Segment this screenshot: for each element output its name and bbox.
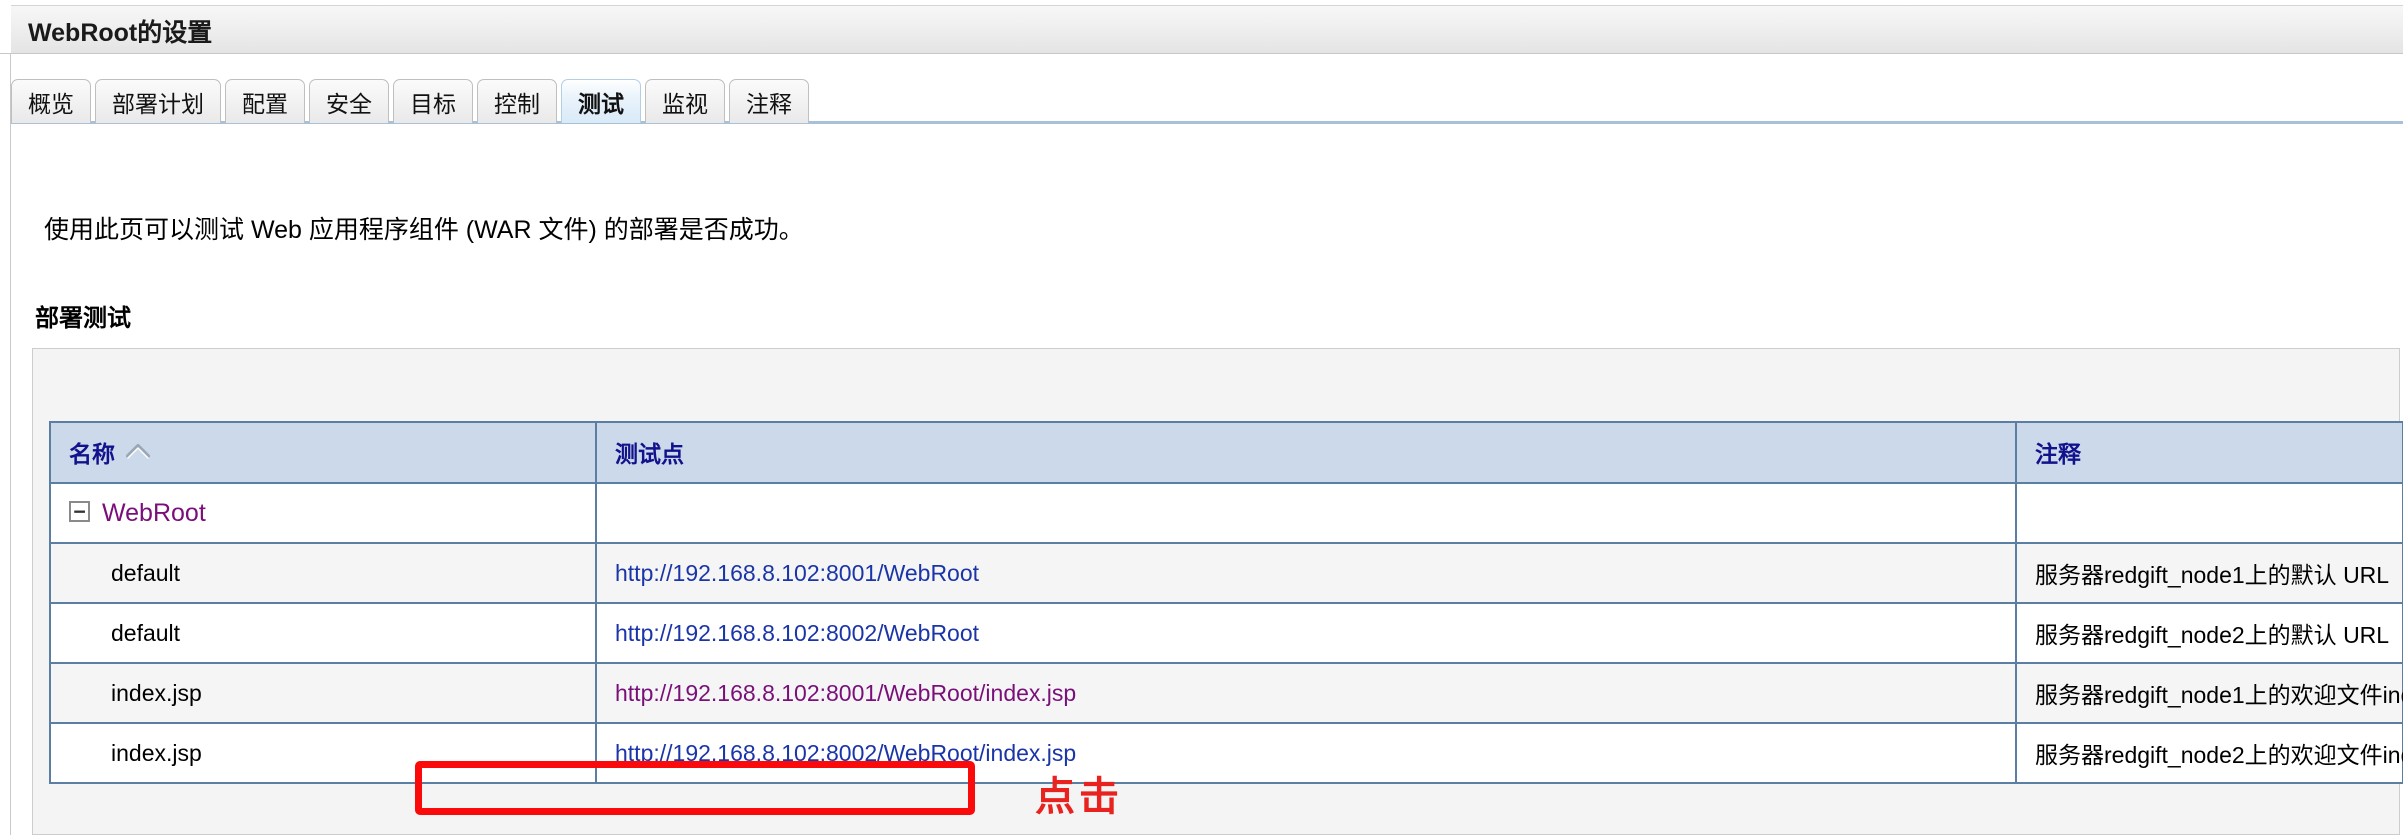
sort-ascending-icon[interactable]	[125, 442, 151, 460]
cell-name: index.jsp	[51, 723, 597, 784]
settings-page: WebRoot的设置 概览 部署计划 配置 安全 目标 控制 测试 监视 注释 使用此页可以测试…	[0, 0, 2403, 835]
title-bar: WebRoot的设置	[0, 0, 2403, 54]
column-header-note[interactable]: 注释	[2016, 423, 2403, 484]
deployment-test-table: 名称 测试点 注释 − WebRoot default http://192.168.…	[51, 423, 2403, 784]
column-header-testpoint-label: 测试点	[615, 441, 684, 467]
cell-name: index.jsp	[51, 663, 597, 724]
tab-1[interactable]: 概览	[11, 79, 91, 123]
cell-name-label: index.jsp	[111, 739, 202, 766]
tab-label: 监视	[662, 90, 708, 117]
cell-testpoint: http://192.168.8.102:8002/WebRoot	[596, 603, 2017, 664]
column-header-note-label: 注释	[2035, 441, 2081, 467]
tab-7[interactable]: 测试	[561, 79, 641, 123]
cell-name-label: default	[111, 619, 181, 646]
table-row: index.jsp http://192.168.8.102:8002/WebRo…	[51, 723, 2403, 784]
table-row-tree-node: − WebRoot	[51, 483, 2403, 544]
page-title: WebRoot的设置	[28, 19, 213, 47]
testpoint-link[interactable]: http://192.168.8.102:8002/WebRoot/index.…	[615, 740, 1076, 766]
tree-collapse-icon[interactable]: −	[69, 500, 90, 522]
cell-note: 服务器redgift_node1上的欢迎文件index.jsp	[2016, 663, 2403, 724]
tab-label: 测试	[578, 90, 624, 117]
tab-label: 安全	[326, 90, 372, 117]
tab-label: 注释	[746, 90, 792, 117]
title-bar-gradient: WebRoot的设置	[11, 5, 2403, 53]
column-header-name[interactable]: 名称	[51, 423, 597, 484]
tab-label: 控制	[494, 90, 540, 117]
tab-label: 目标	[410, 90, 456, 117]
tab-6[interactable]: 控制	[477, 79, 557, 123]
annotation-click-label: 点击	[1035, 775, 1123, 819]
cell-testpoint: http://192.168.8.102:8001/WebRoot	[596, 543, 2017, 604]
tab-4[interactable]: 安全	[309, 79, 389, 123]
tree-node-label[interactable]: WebRoot	[102, 499, 206, 527]
page-left-rail	[10, 0, 11, 835]
tab-2[interactable]: 部署计划	[95, 79, 221, 123]
cell-note: 服务器redgift_node2上的默认 URL	[2016, 603, 2403, 664]
table-row: default http://192.168.8.102:8002/WebRoot…	[51, 603, 2403, 664]
tree-node-testpoint-cell	[596, 483, 2017, 544]
deployment-test-table-wrapper: 名称 测试点 注释 − WebRoot default http://192.168.…	[49, 421, 2403, 784]
column-header-name-label: 名称	[69, 441, 115, 467]
cell-name: default	[51, 603, 597, 664]
section-heading: 部署测试	[35, 305, 131, 332]
tab-strip: 概览 部署计划 配置 安全 目标 控制 测试 监视 注释	[11, 70, 813, 123]
intro-text: 使用此页可以测试 Web 应用程序组件 (WAR 文件) 的部署是否成功。	[44, 216, 804, 244]
tab-5[interactable]: 目标	[393, 79, 473, 123]
tab-label: 配置	[242, 90, 288, 117]
cell-testpoint: http://192.168.8.102:8001/WebRoot/index.…	[596, 663, 2017, 724]
testpoint-link[interactable]: http://192.168.8.102:8001/WebRoot/index.…	[615, 680, 1076, 706]
testpoint-link[interactable]: http://192.168.8.102:8001/WebRoot	[615, 560, 979, 586]
tab-8[interactable]: 监视	[645, 79, 725, 123]
cell-name: default	[51, 543, 597, 604]
tab-label: 部署计划	[112, 90, 204, 117]
table-row: default http://192.168.8.102:8001/WebRoot…	[51, 543, 2403, 604]
cell-note: 服务器redgift_node1上的默认 URL	[2016, 543, 2403, 604]
tab-label: 概览	[28, 90, 74, 117]
tree-node-note-cell	[2016, 483, 2403, 544]
testpoint-link[interactable]: http://192.168.8.102:8002/WebRoot	[615, 620, 979, 646]
cell-testpoint: http://192.168.8.102:8002/WebRoot/index.…	[596, 723, 2017, 784]
column-header-testpoint[interactable]: 测试点	[596, 423, 2017, 484]
cell-name-label: default	[111, 559, 181, 586]
table-header-row: 名称 测试点 注释	[51, 423, 2403, 484]
table-body: − WebRoot default http://192.168.8.102:8001…	[51, 483, 2403, 784]
table-row: index.jsp http://192.168.8.102:8001/WebRo…	[51, 663, 2403, 724]
cell-name-label: index.jsp	[111, 679, 202, 706]
tree-node-cell: − WebRoot	[51, 483, 597, 544]
tab-9[interactable]: 注释	[729, 79, 809, 123]
cell-note: 服务器redgift_node2上的欢迎文件index.jsp	[2016, 723, 2403, 784]
tab-3[interactable]: 配置	[225, 79, 305, 123]
